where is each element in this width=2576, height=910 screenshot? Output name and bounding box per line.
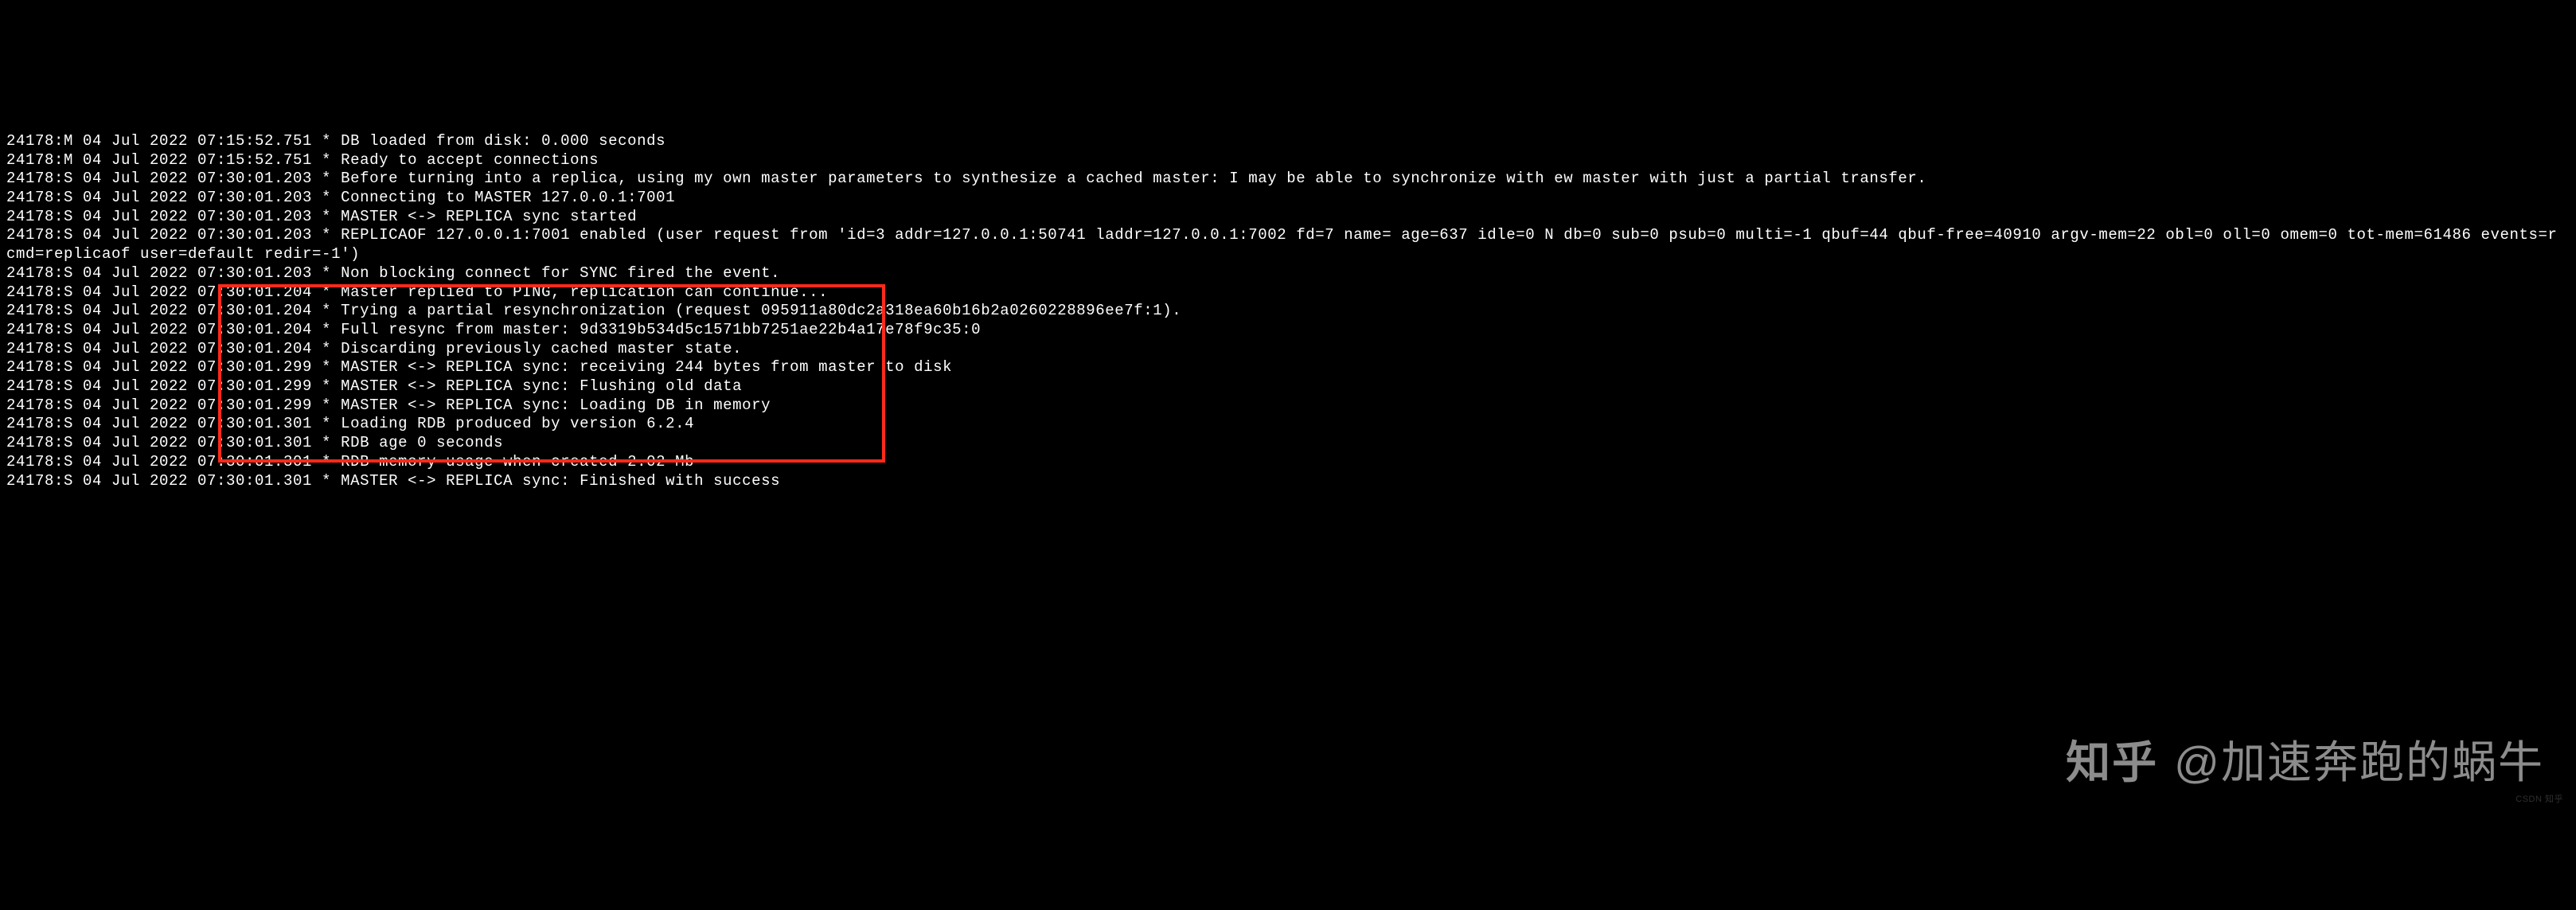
terminal-output: 24178:M 04 Jul 2022 07:15:52.751 * DB lo… bbox=[0, 95, 2576, 816]
log-line: 24178:S 04 Jul 2022 07:30:01.203 * MASTE… bbox=[6, 208, 2570, 227]
log-line: 24178:S 04 Jul 2022 07:30:01.299 * MASTE… bbox=[6, 396, 2570, 416]
log-line: 24178:S 04 Jul 2022 07:30:01.301 * RDB m… bbox=[6, 453, 2570, 472]
log-line: 24178:S 04 Jul 2022 07:30:01.301 * Loadi… bbox=[6, 415, 2570, 434]
log-line: 24178:S 04 Jul 2022 07:30:01.203 * Non b… bbox=[6, 264, 2570, 283]
log-line: 24178:S 04 Jul 2022 07:30:01.203 * Conne… bbox=[6, 189, 2570, 208]
log-lines-container: 24178:M 04 Jul 2022 07:15:52.751 * DB lo… bbox=[6, 132, 2570, 490]
log-line: 24178:M 04 Jul 2022 07:15:52.751 * DB lo… bbox=[6, 132, 2570, 151]
log-line: 24178:S 04 Jul 2022 07:30:01.204 * Maste… bbox=[6, 283, 2570, 303]
log-line: 24178:S 04 Jul 2022 07:30:01.204 * Disca… bbox=[6, 340, 2570, 359]
log-line: 24178:S 04 Jul 2022 07:30:01.301 * MASTE… bbox=[6, 472, 2570, 491]
corner-watermark: CSDN 知乎 bbox=[2516, 791, 2563, 810]
log-line: 24178:M 04 Jul 2022 07:15:52.751 * Ready… bbox=[6, 151, 2570, 170]
log-line: 24178:S 04 Jul 2022 07:30:01.301 * RDB a… bbox=[6, 434, 2570, 453]
log-line: 24178:S 04 Jul 2022 07:30:01.204 * Full … bbox=[6, 321, 2570, 340]
watermark: 知乎 @加速奔跑的蜗牛 bbox=[2066, 753, 2544, 772]
log-line: 24178:S 04 Jul 2022 07:30:01.299 * MASTE… bbox=[6, 377, 2570, 396]
log-line: 24178:S 04 Jul 2022 07:30:01.204 * Tryin… bbox=[6, 302, 2570, 321]
watermark-brand: 知乎 bbox=[2066, 753, 2158, 772]
watermark-author: @加速奔跑的蜗牛 bbox=[2174, 753, 2544, 772]
log-line: 24178:S 04 Jul 2022 07:30:01.203 * REPLI… bbox=[6, 226, 2570, 264]
log-line: 24178:S 04 Jul 2022 07:30:01.299 * MASTE… bbox=[6, 358, 2570, 377]
log-line: 24178:S 04 Jul 2022 07:30:01.203 * Befor… bbox=[6, 170, 2570, 189]
